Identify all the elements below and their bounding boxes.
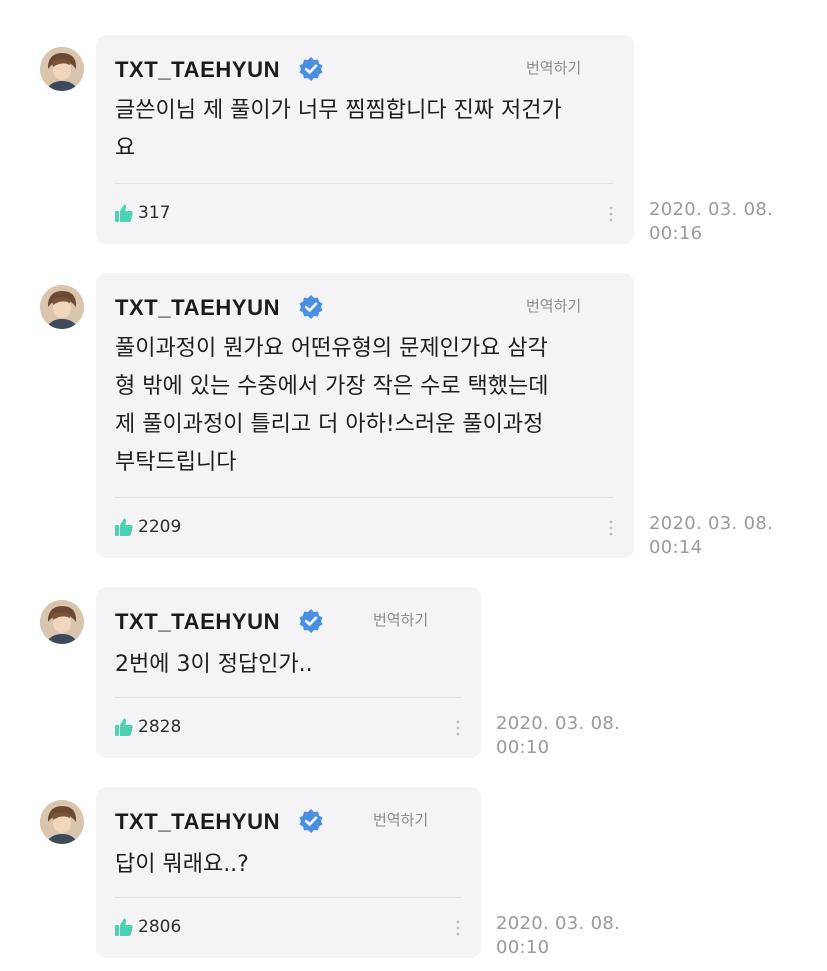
divider (115, 897, 461, 898)
comment-text-line: 풀이과정이 뭔가요 어떤유형의 문제인가요 삼각 (115, 336, 548, 361)
avatar[interactable] (40, 600, 84, 644)
translate-button[interactable]: 번역하기 (526, 295, 581, 316)
comment-text-line: 답이 뭐래요..? (115, 852, 249, 877)
avatar[interactable] (40, 800, 84, 844)
thumbs-up-icon[interactable] (114, 517, 134, 537)
verified-badge-icon (299, 609, 323, 633)
avatar[interactable] (40, 47, 84, 91)
author-name[interactable]: TXT_TAEHYUN (115, 295, 280, 321)
like-count: 2828 (138, 717, 182, 737)
timestamp-time: 00:16 (649, 223, 703, 244)
comment-text: 풀이과정이 뭔가요 어떤유형의 문제인가요 삼각 형 밖에 있는 수중에서 가장… (115, 330, 549, 482)
comment-text-line: 글쓴이님 제 풀이가 너무 찜찜합니다 진짜 저건가 (115, 98, 562, 123)
thumbs-up-icon[interactable] (114, 203, 134, 223)
author-name[interactable]: TXT_TAEHYUN (115, 609, 280, 635)
more-vertical-icon[interactable] (455, 718, 461, 738)
comment-text-line: 2번에 3이 정답인가.. (115, 652, 313, 677)
translate-button[interactable]: 번역하기 (373, 609, 428, 630)
more-vertical-icon[interactable] (455, 918, 461, 938)
timestamp-date: 2020. 03. 08. (649, 513, 774, 534)
timestamp-time: 00:10 (496, 737, 550, 758)
comment-text: 글쓴이님 제 풀이가 너무 찜찜합니다 진짜 저건가 요 (115, 92, 562, 168)
timestamp: 2020. 03. 08. 00:16 (649, 198, 773, 246)
timestamp: 2020. 03. 08. 00:10 (496, 712, 620, 760)
timestamp: 2020. 03. 08. 00:14 (649, 512, 773, 560)
comment-bubble: TXT_TAEHYUN 번역하기 글쓴이님 제 풀이가 너무 찜찜합니다 진짜 … (96, 35, 634, 244)
thumbs-up-icon[interactable] (114, 917, 134, 937)
verified-badge-icon (299, 809, 323, 833)
author-name[interactable]: TXT_TAEHYUN (115, 809, 280, 835)
verified-badge-icon (299, 295, 323, 319)
timestamp-date: 2020. 03. 08. (496, 713, 621, 734)
divider (115, 497, 613, 498)
timestamp-time: 00:14 (649, 537, 703, 558)
like-count: 2806 (138, 917, 182, 937)
comment-text-line: 형 밖에 있는 수중에서 가장 작은 수로 택했는데 (115, 374, 549, 399)
timestamp-time: 00:10 (496, 937, 550, 958)
comment-text: 답이 뭐래요..? (115, 846, 249, 884)
more-vertical-icon[interactable] (608, 204, 614, 224)
comment-text: 2번에 3이 정답인가.. (115, 646, 313, 684)
divider (115, 183, 613, 184)
comment-text-line: 요 (115, 136, 136, 161)
divider (115, 697, 461, 698)
like-count: 317 (138, 203, 171, 223)
verified-badge-icon (299, 57, 323, 81)
comment-bubble: TXT_TAEHYUN 번역하기 2번에 3이 정답인가.. 2828 (96, 587, 481, 758)
timestamp-date: 2020. 03. 08. (649, 199, 774, 220)
timestamp: 2020. 03. 08. 00:10 (496, 912, 620, 960)
author-name[interactable]: TXT_TAEHYUN (115, 57, 280, 83)
timestamp-date: 2020. 03. 08. (496, 913, 621, 934)
avatar[interactable] (40, 285, 84, 329)
translate-button[interactable]: 번역하기 (373, 809, 428, 830)
comment-bubble: TXT_TAEHYUN 번역하기 답이 뭐래요..? 2806 (96, 787, 481, 958)
more-vertical-icon[interactable] (608, 518, 614, 538)
translate-button[interactable]: 번역하기 (526, 57, 581, 78)
like-count: 2209 (138, 517, 182, 537)
comment-bubble: TXT_TAEHYUN 번역하기 풀이과정이 뭔가요 어떤유형의 문제인가요 삼… (96, 273, 634, 558)
thumbs-up-icon[interactable] (114, 717, 134, 737)
comment-text-line: 제 풀이과정이 틀리고 더 아하!스러운 풀이과정 (115, 412, 544, 437)
comment-text-line: 부탁드립니다 (115, 450, 237, 475)
